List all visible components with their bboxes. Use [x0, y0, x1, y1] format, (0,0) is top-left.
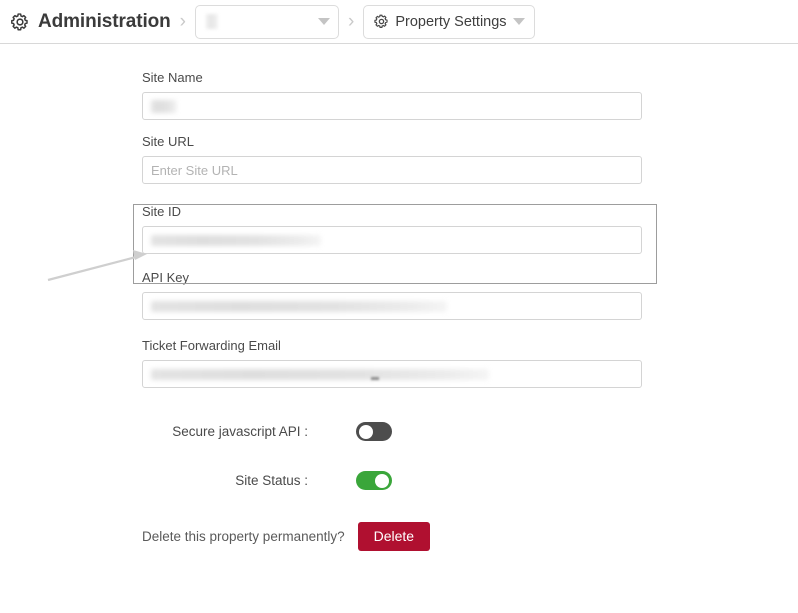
api-key-value-redacted [151, 300, 447, 312]
field-site-url: Site URL Enter Site URL [142, 134, 642, 184]
breadcrumb-root-label: Administration [38, 10, 171, 32]
site-status-toggle[interactable] [356, 471, 392, 490]
property-select-value-redacted [206, 14, 218, 29]
gear-icon [374, 14, 389, 29]
toggle-knob [375, 473, 389, 488]
ticket-forwarding-email-input[interactable] [142, 360, 642, 388]
toggle-knob [359, 424, 373, 439]
field-ticket-forwarding-email: Ticket Forwarding Email [142, 338, 642, 388]
site-id-input[interactable] [142, 226, 642, 254]
chevron-down-icon [318, 18, 330, 25]
api-key-label: API Key [142, 270, 189, 285]
delete-button[interactable]: Delete [357, 522, 431, 552]
row-secure-javascript-api: Secure javascript API : [142, 422, 392, 441]
field-api-key: API Key [142, 270, 642, 320]
field-site-name: Site Name [142, 70, 642, 120]
site-status-label: Site Status : [235, 473, 308, 488]
property-settings-button[interactable]: Property Settings [363, 4, 535, 39]
delete-property-prompt: Delete this property permanently? [142, 529, 345, 545]
property-settings-form: Site Name Site URL Enter Site URL Site I… [0, 44, 798, 552]
site-name-input[interactable] [142, 92, 642, 120]
row-delete-property: Delete this property permanently? Delete [142, 522, 798, 552]
api-key-input[interactable] [142, 292, 642, 320]
chevron-down-icon [512, 18, 525, 25]
property-settings-label: Property Settings [395, 13, 507, 30]
site-url-input[interactable]: Enter Site URL [142, 156, 642, 184]
breadcrumb-administration[interactable]: Administration [10, 11, 171, 33]
site-name-value-redacted [151, 99, 177, 113]
site-name-label: Site Name [142, 70, 203, 85]
site-url-label: Site URL [142, 134, 195, 149]
breadcrumb-separator-1: › [179, 11, 186, 32]
secure-javascript-api-toggle[interactable] [356, 422, 392, 441]
ticket-forwarding-email-value-artifact [371, 377, 379, 380]
gear-icon [10, 12, 30, 32]
secure-javascript-api-label: Secure javascript API : [172, 424, 308, 439]
breadcrumb-separator-2: › [348, 11, 355, 32]
ticket-forwarding-email-value-redacted [151, 368, 489, 380]
site-id-label: Site ID [142, 204, 182, 219]
property-select[interactable] [195, 4, 339, 39]
row-site-status: Site Status : [142, 471, 392, 490]
breadcrumb-bar: Administration › › Property Settings [0, 0, 798, 44]
site-url-placeholder: Enter Site URL [151, 162, 238, 178]
field-site-id: Site ID [142, 204, 642, 254]
ticket-forwarding-email-label: Ticket Forwarding Email [142, 338, 281, 353]
site-id-value-redacted [151, 234, 321, 246]
